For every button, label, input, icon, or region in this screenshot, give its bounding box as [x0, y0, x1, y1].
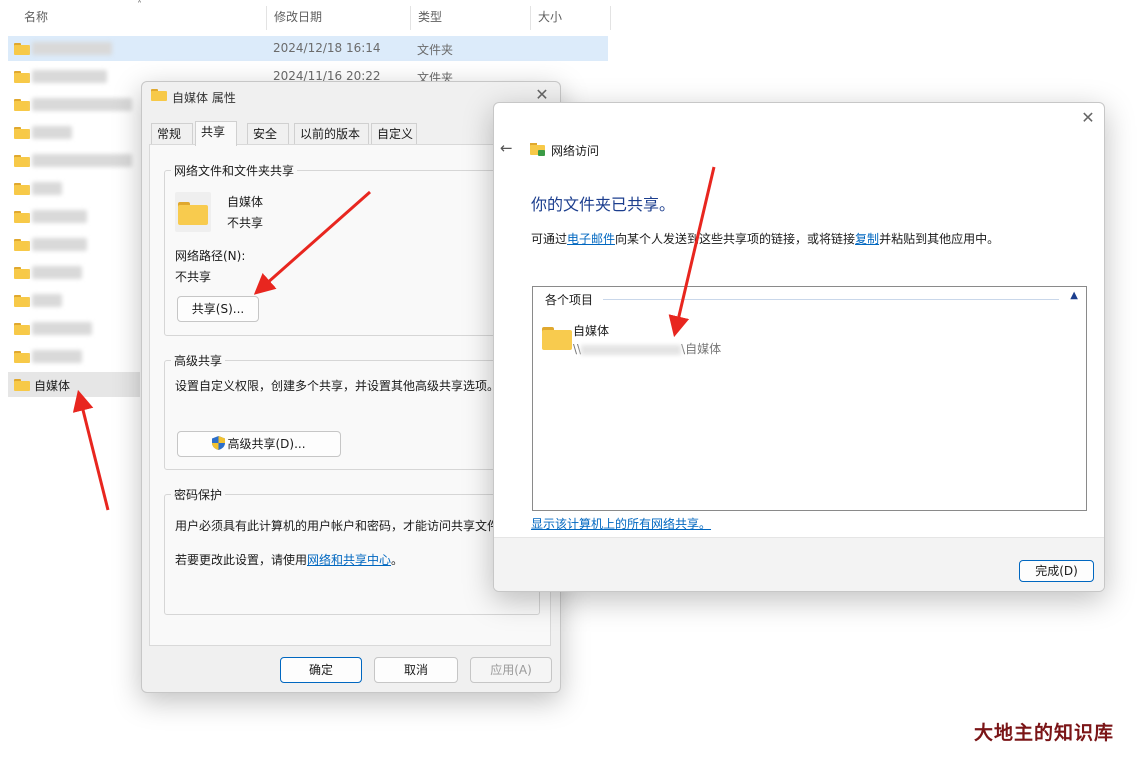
- advanced-sharing-button[interactable]: 高级共享(D)...: [177, 431, 341, 457]
- tab-security[interactable]: 安全: [247, 123, 289, 145]
- group-title: 密码保护: [171, 486, 226, 503]
- group-divider: [603, 299, 1059, 300]
- share-button[interactable]: 共享(S)...: [177, 296, 259, 322]
- group-title: 高级共享: [171, 352, 226, 369]
- advanced-sharing-group: 高级共享 设置自定义权限，创建多个共享，并设置其他高级共享选项。 高级共享(D)…: [164, 352, 540, 470]
- share-status: 不共享: [227, 216, 264, 230]
- shared-heading: 你的文件夹已共享。: [531, 195, 676, 214]
- description-suffix: 并粘贴到其他应用中。: [879, 232, 1000, 246]
- folder-icon: [539, 317, 575, 357]
- network-access-dialog: ✕ ← 网络访问 你的文件夹已共享。 可通过电子邮件向某个人发送到这些共享项的链…: [493, 102, 1105, 592]
- column-header-size[interactable]: 大小: [530, 0, 562, 34]
- folder-icon: [14, 99, 30, 111]
- dialog-title: 网络访问: [551, 144, 600, 158]
- blurred-filename: [32, 154, 132, 167]
- items-group-label: 各个项目: [545, 293, 594, 307]
- folder-icon: [151, 89, 167, 101]
- column-header-type[interactable]: 类型: [410, 0, 442, 34]
- blurred-filename: [32, 98, 132, 111]
- column-divider[interactable]: [610, 6, 611, 30]
- advanced-sharing-description: 设置自定义权限，创建多个共享，并设置其他高级共享选项。: [175, 379, 500, 393]
- network-sharing-center-link[interactable]: 网络和共享中心: [307, 553, 391, 567]
- folder-icon: [14, 295, 30, 307]
- path-suffix: \自媒体: [681, 342, 722, 356]
- description-prefix: 可通过: [531, 232, 568, 246]
- network-folder-icon: [530, 143, 546, 157]
- dialog-title: 自媒体 属性: [172, 91, 236, 105]
- tab-general[interactable]: 常规: [151, 123, 193, 145]
- ok-button[interactable]: 确定: [280, 657, 362, 683]
- folder-icon: [14, 211, 30, 223]
- folder-icon: [175, 192, 211, 232]
- blurred-filename: [32, 350, 82, 363]
- folder-icon: [14, 239, 30, 251]
- sharing-tab-pane: 网络文件和文件夹共享 自媒体 不共享 网络路径(N): 不共享 共享(S)...…: [149, 144, 551, 646]
- folder-icon: [14, 71, 30, 83]
- copy-link[interactable]: 复制: [855, 232, 879, 246]
- shared-item-path: \\ \自媒体: [573, 340, 721, 357]
- column-header-date[interactable]: 修改日期: [266, 0, 322, 34]
- folder-icon: [14, 155, 30, 167]
- chevron-up-icon[interactable]: ▲: [1070, 290, 1078, 301]
- blurred-filename: [32, 182, 62, 195]
- group-title: 网络文件和文件夹共享: [171, 162, 298, 179]
- shared-item-name: 自媒体: [573, 324, 610, 338]
- password-description: 用户必须具有此计算机的用户帐户和密码，才能访问共享文件: [175, 519, 500, 533]
- folder-icon: [14, 183, 30, 195]
- shared-items-list[interactable]: 各个项目 ▲ 自媒体 \\ \自媒体: [532, 286, 1087, 511]
- file-row-selected-folder[interactable]: 自媒体: [8, 372, 140, 397]
- advanced-sharing-button-label: 高级共享(D)...: [227, 437, 306, 451]
- folder-icon: [14, 323, 30, 335]
- network-sharing-group: 网络文件和文件夹共享 自媒体 不共享 网络路径(N): 不共享 共享(S)...: [164, 162, 540, 336]
- apply-button[interactable]: 应用(A): [470, 657, 552, 683]
- cancel-button[interactable]: 取消: [374, 657, 458, 683]
- tab-customize[interactable]: 自定义: [371, 123, 417, 145]
- blurred-filename: [32, 70, 107, 83]
- uac-shield-icon: [212, 436, 226, 450]
- shared-item[interactable]: 自媒体 \\ \自媒体: [533, 315, 1088, 359]
- close-icon[interactable]: ✕: [1078, 108, 1098, 127]
- modified-date: 2024/12/18 16:14: [273, 41, 381, 55]
- folder-icon: [14, 351, 30, 363]
- tab-previous-versions[interactable]: 以前的版本: [294, 123, 369, 145]
- description-middle: 向某个人发送到这些共享项的链接，或将链接: [615, 232, 856, 246]
- blurred-filename: [32, 322, 92, 335]
- password-change-prefix: 若要更改此设置，请使用: [175, 553, 308, 567]
- password-protection-group: 密码保护 用户必须具有此计算机的用户帐户和密码，才能访问共享文件 若要更改此设置…: [164, 486, 540, 615]
- shared-folder-name: 自媒体: [227, 195, 264, 209]
- folder-icon: [14, 267, 30, 279]
- folder-icon: [14, 379, 30, 391]
- blurred-host: [581, 344, 682, 355]
- network-path-label: 网络路径(N):: [175, 249, 246, 263]
- network-path-value: 不共享: [175, 270, 212, 284]
- password-change-text: 若要更改此设置，请使用网络和共享中心。: [175, 551, 403, 568]
- password-change-suffix: 。: [391, 553, 404, 567]
- dialog-footer: 完成(D): [494, 537, 1104, 591]
- folder-icon: [14, 43, 30, 55]
- tab-sharing[interactable]: 共享: [195, 121, 237, 146]
- blurred-filename: [32, 294, 62, 307]
- blurred-filename: [32, 210, 87, 223]
- back-arrow-icon[interactable]: ←: [500, 139, 513, 157]
- email-link[interactable]: 电子邮件: [567, 232, 615, 246]
- blurred-filename: [32, 266, 82, 279]
- done-button[interactable]: 完成(D): [1019, 560, 1094, 582]
- blurred-filename: [32, 238, 87, 251]
- folder-name: 自媒体: [34, 379, 71, 393]
- share-description: 可通过电子邮件向某个人发送到这些共享项的链接，或将链接复制并粘贴到其他应用中。: [531, 230, 999, 247]
- column-header-name[interactable]: 名称: [16, 0, 48, 34]
- watermark: 大地主的知识库: [973, 722, 1114, 744]
- blurred-filename: [32, 42, 112, 55]
- file-row[interactable]: 2024/12/18 16:14 文件夹: [8, 36, 608, 61]
- path-prefix: \\: [573, 342, 582, 356]
- blurred-filename: [32, 126, 72, 139]
- file-type: 文件夹: [417, 43, 454, 57]
- show-all-shares-link[interactable]: 显示该计算机上的所有网络共享。: [531, 515, 711, 532]
- sort-ascending-icon: ˄: [137, 0, 142, 11]
- folder-icon: [14, 127, 30, 139]
